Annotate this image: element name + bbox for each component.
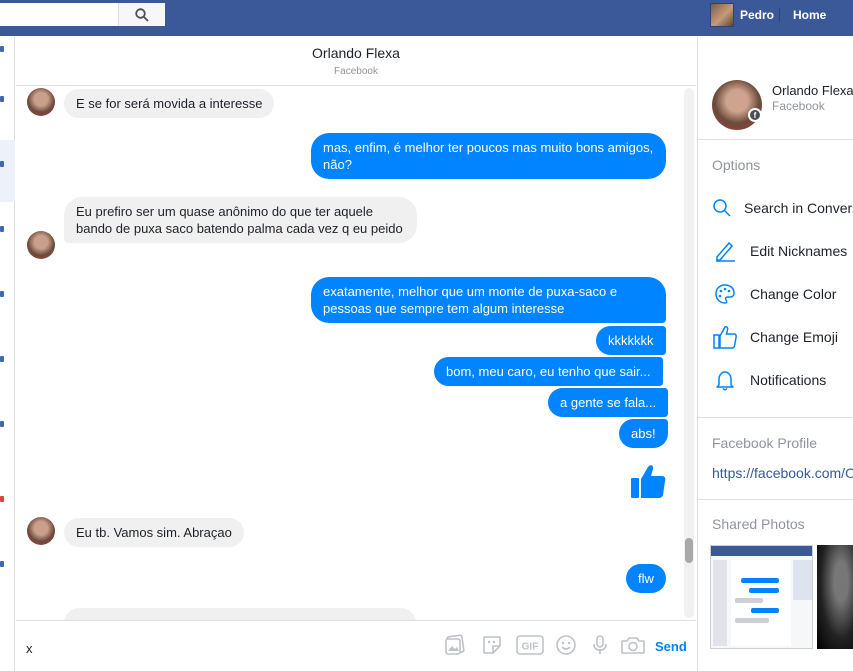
camera-icon[interactable] [620, 633, 646, 657]
list-item[interactable] [0, 226, 4, 232]
option-search-in-conversation[interactable]: Search in Conversation [712, 193, 853, 223]
pencil-icon [712, 238, 738, 264]
message-bubble[interactable]: flw [626, 564, 666, 593]
divider [698, 417, 853, 418]
conversation-list-edge[interactable] [0, 36, 15, 671]
option-label: Edit Nicknames [750, 243, 848, 259]
thumbs-up-icon [712, 324, 738, 350]
avatar[interactable] [712, 80, 762, 130]
message-bubble[interactable]: mas, enfim, é melhor ter poucos mas muit… [311, 133, 666, 179]
contact-subtitle: Facebook [772, 99, 825, 113]
option-notifications[interactable]: Notifications [712, 365, 853, 395]
message-bubble[interactable]: bom, meu caro, eu tenho que sair... [434, 357, 663, 386]
bell-icon [712, 367, 738, 393]
option-change-color[interactable]: Change Color [712, 279, 853, 309]
divider [698, 499, 853, 500]
conversation-title[interactable]: Orlando Flexa [16, 45, 696, 61]
sticker-icon[interactable] [480, 633, 504, 657]
emoji-icon[interactable] [554, 633, 578, 657]
scrollbar[interactable] [684, 88, 694, 618]
contact-name[interactable]: Orlando Flexa [772, 83, 853, 98]
list-item[interactable] [0, 496, 4, 502]
conversation-details-panel: f Orlando Flexa Facebook Options Search … [697, 37, 853, 671]
shared-photo-thumbnail[interactable] [710, 545, 813, 649]
conversation-subtitle: Facebook [334, 66, 378, 77]
palette-icon [712, 281, 738, 307]
list-item[interactable] [0, 421, 4, 427]
top-navigation-bar: Pedro Home [0, 0, 853, 36]
send-button[interactable]: Send [655, 639, 687, 654]
facebook-profile-heading: Facebook Profile [712, 435, 818, 451]
home-link[interactable]: Home [793, 8, 826, 22]
option-label: Search in Conversation [744, 200, 853, 216]
microphone-icon[interactable] [588, 633, 612, 657]
user-name: Pedro [740, 8, 775, 22]
gif-icon[interactable]: GIF [516, 633, 544, 657]
message-bubble[interactable]: abs! [619, 419, 668, 448]
facebook-badge-icon: f [748, 108, 762, 122]
search-input[interactable] [0, 3, 165, 26]
shared-photos-heading: Shared Photos [712, 516, 805, 532]
message-bubble[interactable]: a gente se fala... [548, 388, 669, 417]
option-label: Change Color [750, 286, 837, 302]
shared-photo-thumbnail[interactable] [817, 545, 853, 649]
list-item[interactable] [0, 46, 4, 52]
option-edit-nicknames[interactable]: Edit Nicknames [712, 236, 853, 266]
avatar[interactable] [27, 517, 55, 545]
avatar[interactable] [27, 88, 55, 116]
list-item[interactable] [0, 96, 4, 102]
list-item[interactable] [0, 356, 4, 362]
thumbs-up-icon[interactable] [630, 463, 666, 499]
list-item[interactable] [0, 561, 4, 567]
selected-conversation-highlight [0, 140, 15, 202]
message-bubble[interactable]: E se for será movida a interesse [64, 89, 275, 118]
avatar [710, 3, 734, 27]
message-bubble[interactable]: kkkkkkk [596, 326, 666, 355]
message-bubble[interactable]: Eu tb. Vamos sim. Abraçao [64, 518, 244, 547]
message-bubble-partial[interactable] [64, 608, 416, 620]
photo-icon[interactable] [443, 633, 467, 657]
conversation-header: Orlando Flexa Facebook [16, 37, 696, 86]
search-button[interactable] [118, 3, 165, 26]
svg-text:GIF: GIF [522, 642, 539, 653]
option-change-emoji[interactable]: Change Emoji [712, 322, 853, 352]
message-input[interactable]: x [26, 641, 33, 656]
divider [698, 139, 853, 140]
avatar[interactable] [27, 231, 55, 259]
message-composer: x GIF Send [16, 620, 696, 671]
message-bubble[interactable]: exatamente, melhor que um monte de puxa-… [311, 277, 666, 323]
options-heading: Options [712, 157, 761, 173]
list-item[interactable] [0, 161, 4, 167]
search-icon [135, 7, 149, 22]
search-icon [712, 195, 732, 221]
scrollbar-thumb[interactable] [685, 538, 693, 563]
profile-link[interactable]: Pedro [710, 3, 774, 27]
message-bubble[interactable]: Eu prefiro ser um quase anônimo do que t… [64, 197, 417, 243]
message-thread[interactable]: E se for será movida a interesse mas, en… [16, 86, 686, 620]
option-label: Change Emoji [750, 329, 838, 345]
divider [779, 8, 780, 22]
option-label: Notifications [750, 372, 827, 388]
facebook-profile-link[interactable]: https://facebook.com/O [712, 465, 853, 481]
list-item[interactable] [0, 291, 4, 297]
